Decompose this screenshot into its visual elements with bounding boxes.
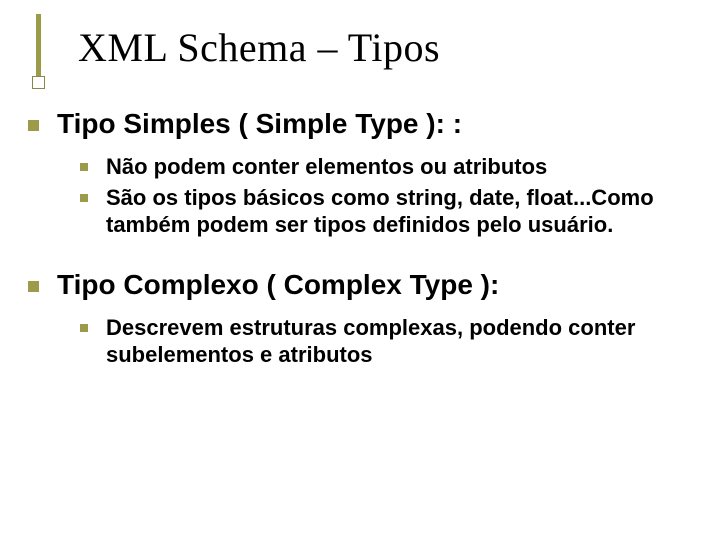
list-item: Descrevem estruturas complexas, podendo … bbox=[28, 315, 690, 369]
slide-title: XML Schema – Tipos bbox=[78, 24, 440, 71]
heading-text-paren: ( Simple Type ): : bbox=[231, 108, 462, 139]
section-complex-type-heading: Tipo Complexo ( Complex Type ): bbox=[28, 269, 690, 301]
heading-text-strong: Tipo Simples bbox=[57, 108, 231, 139]
list-item: São os tipos básicos como string, date, … bbox=[28, 185, 690, 239]
square-bullet-icon bbox=[80, 324, 88, 332]
list-item-text: Descrevem estruturas complexas, podendo … bbox=[106, 315, 635, 367]
section-complex-type-list: Descrevem estruturas complexas, podendo … bbox=[28, 315, 690, 369]
slide-body: Tipo Simples ( Simple Type ): : Não pode… bbox=[28, 108, 690, 393]
list-item: Não podem conter elementos ou atributos bbox=[28, 154, 690, 181]
square-bullet-icon bbox=[28, 120, 39, 131]
section-simple-type-heading: Tipo Simples ( Simple Type ): : bbox=[28, 108, 690, 140]
square-bullet-icon bbox=[80, 163, 88, 171]
section-simple-type-list: Não podem conter elementos ou atributos … bbox=[28, 154, 690, 238]
square-bullet-icon bbox=[80, 194, 88, 202]
list-item-text: Não podem conter elementos ou atributos bbox=[106, 154, 547, 179]
accent-decoration bbox=[36, 14, 41, 82]
list-item-text: São os tipos básicos como string, date, … bbox=[106, 185, 654, 237]
heading-text: Tipo Complexo ( Complex Type ): bbox=[57, 269, 499, 300]
slide: XML Schema – Tipos Tipo Simples ( Simple… bbox=[0, 0, 720, 540]
square-bullet-icon bbox=[28, 281, 39, 292]
